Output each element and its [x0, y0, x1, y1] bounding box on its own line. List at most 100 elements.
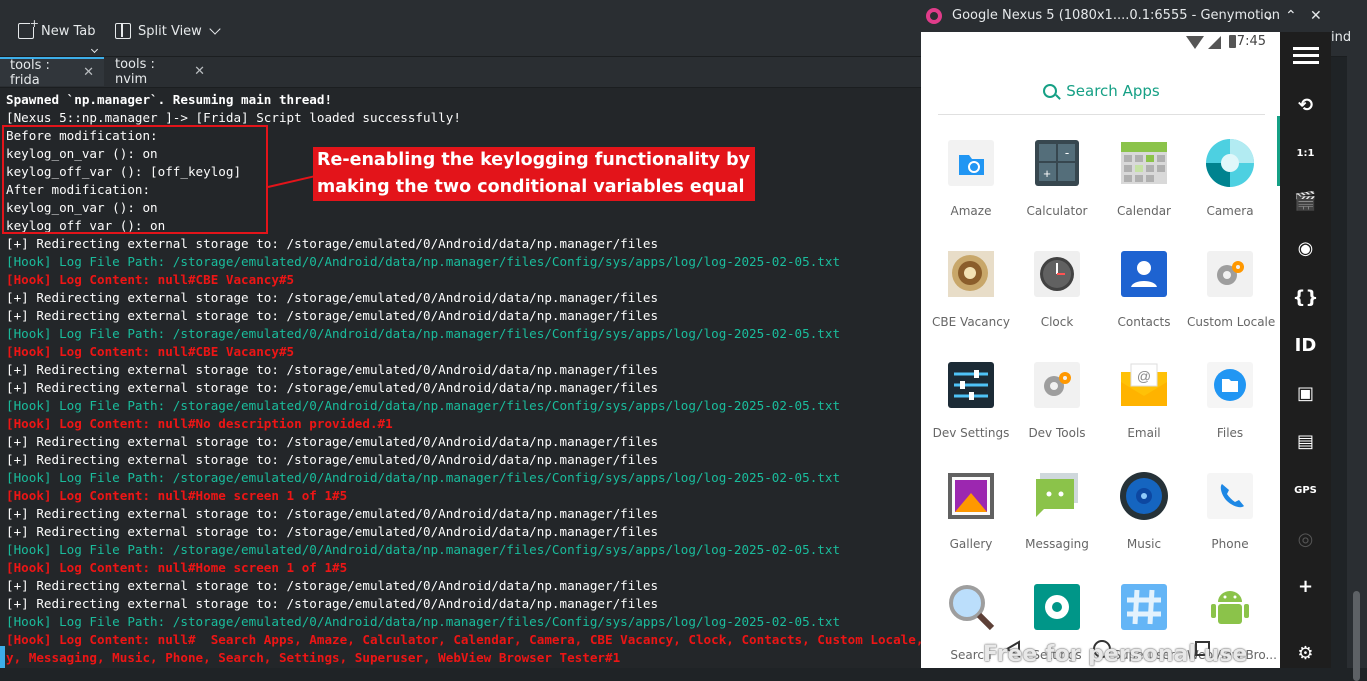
- app-label: Dev Tools: [1028, 426, 1086, 440]
- app-gallery[interactable]: Gallery: [928, 471, 1014, 551]
- annotation-line: Re-enabling the keylogging functionality…: [317, 150, 751, 170]
- menu-icon[interactable]: [1280, 40, 1331, 70]
- split-view-icon: [115, 23, 131, 39]
- chevron-down-icon[interactable]: ⌄: [1263, 8, 1275, 24]
- contacts-icon: [1119, 249, 1169, 299]
- app-messaging[interactable]: Messaging: [1014, 471, 1100, 551]
- app-label: Files: [1216, 426, 1244, 440]
- find-button[interactable]: ind: [1331, 30, 1351, 45]
- close-icon[interactable]: ✕: [1310, 8, 1322, 24]
- terminal-line: [+] Redirecting external storage to: /st…: [6, 362, 659, 377]
- app-cbe-vacancy[interactable]: CBE Vacancy: [928, 249, 1014, 329]
- superuser-icon: [1119, 582, 1169, 632]
- settings-icon[interactable]: ⚙: [1280, 638, 1331, 668]
- svg-text:+: +: [1043, 166, 1051, 181]
- settings-icon: [1032, 582, 1082, 632]
- app-camera[interactable]: Camera: [1187, 138, 1273, 218]
- watermark: Free for personal use: [983, 642, 1248, 667]
- scrollbar[interactable]: [1347, 56, 1367, 681]
- app-phone[interactable]: Phone: [1187, 471, 1273, 551]
- terminal-line: [+] Redirecting external storage to: /st…: [6, 290, 659, 305]
- terminal-line: [+] Redirecting external storage to: /st…: [6, 236, 659, 251]
- app-label: Camera: [1206, 204, 1254, 218]
- terminal-line: [+] Redirecting external storage to: /st…: [6, 380, 659, 395]
- window-title: Google Nexus 5 (1080x1....0.1:6555 - Gen…: [952, 8, 1280, 23]
- close-icon[interactable]: ✕: [194, 64, 205, 79]
- camera-icon: [1205, 138, 1255, 188]
- split-view-button[interactable]: Split View: [115, 20, 221, 42]
- annotation-line: making the two conditional variables equ…: [317, 177, 745, 197]
- terminal-cursor: [0, 646, 5, 668]
- app-email[interactable]: @ Email: [1101, 360, 1187, 440]
- wifi-icon: [1186, 36, 1204, 49]
- app-amaze[interactable]: Amaze: [928, 138, 1014, 218]
- pixel-perfect-icon[interactable]: 1:1: [1280, 138, 1331, 168]
- app-label: Messaging: [1025, 537, 1089, 551]
- terminal-line: [Hook] Log File Path: /storage/emulated/…: [6, 542, 841, 557]
- clock-icon: [1032, 249, 1082, 299]
- search-apps-field[interactable]: Search Apps: [938, 68, 1265, 115]
- app-calculator[interactable]: + - Calculator: [1014, 138, 1100, 218]
- new-tab-dropdown-icon[interactable]: [90, 45, 99, 54]
- app-label: Clock: [1040, 315, 1074, 329]
- app-files[interactable]: Files: [1187, 360, 1273, 440]
- status-bar: 7:45: [921, 32, 1280, 54]
- app-dev-settings[interactable]: Dev Settings: [928, 360, 1014, 440]
- folder-search-icon: [946, 138, 996, 188]
- signal-icon: [1208, 36, 1221, 49]
- terminal-line: [+] Redirecting external storage to: /st…: [6, 434, 659, 449]
- rotate-icon[interactable]: ⟲: [1280, 90, 1331, 120]
- files-icon: [1205, 360, 1255, 410]
- split-view-label: Split View: [138, 23, 202, 39]
- messaging-icon: [1032, 471, 1082, 521]
- terminal-line: [+] Redirecting external storage to: /st…: [6, 596, 659, 611]
- code-icon[interactable]: {}: [1280, 282, 1331, 312]
- app-label: Calculator: [1026, 204, 1088, 218]
- terminal-line: [Hook] Log Content: null#CBE Vacancy#5: [6, 344, 295, 359]
- terminal-line: [Hook] Log File Path: /storage/emulated/…: [6, 254, 841, 269]
- app-label: Gallery: [949, 537, 993, 551]
- tab-tools-nvim[interactable]: tools : nvim ✕: [105, 56, 215, 87]
- tab-label: tools : nvim: [115, 56, 155, 87]
- tab-bar: tools : frida ✕ tools : nvim ✕: [0, 57, 921, 88]
- music-icon: [1119, 471, 1169, 521]
- terminal-line: Spawned `np.manager`. Resuming main thre…: [6, 92, 333, 107]
- close-icon[interactable]: ✕: [83, 65, 94, 80]
- calendar-icon: [1119, 138, 1169, 188]
- search-icon: [1043, 84, 1058, 98]
- app-label: Phone: [1211, 537, 1249, 551]
- chevron-down-icon: [209, 23, 221, 35]
- app-custom-locale[interactable]: Custom Locale: [1187, 249, 1275, 329]
- new-tab-label: New Tab: [41, 23, 96, 39]
- terminal-line: [+] Redirecting external storage to: /st…: [6, 524, 659, 539]
- terminal-line: [Hook] Log Content: null#CBE Vacancy#5: [6, 272, 295, 287]
- app-contacts[interactable]: Contacts: [1101, 249, 1187, 329]
- fingerprint-icon[interactable]: ◎: [1280, 524, 1331, 554]
- chevron-up-icon[interactable]: ⌃: [1285, 8, 1297, 24]
- gear-icon: [1032, 360, 1082, 410]
- terminal-output[interactable]: y, Messaging, Music, Phone, Search, Sett…: [0, 88, 921, 668]
- gps-icon[interactable]: GPS: [1280, 475, 1331, 505]
- android-screen[interactable]: 7:45 Search Apps Amaze + - Calculator Calend…: [921, 32, 1281, 668]
- id-icon[interactable]: ID: [1280, 330, 1331, 360]
- app-clock[interactable]: Clock: [1014, 249, 1100, 329]
- callout-connector: [267, 175, 315, 188]
- add-icon[interactable]: +: [1280, 571, 1331, 601]
- tab-tools-frida[interactable]: tools : frida ✕: [0, 57, 104, 88]
- genymotion-logo-icon: [926, 8, 942, 24]
- calculator-icon: + -: [1032, 138, 1082, 188]
- genymotion-window: Google Nexus 5 (1080x1....0.1:6555 - Gen…: [921, 0, 1331, 668]
- app-music[interactable]: Music: [1101, 471, 1187, 551]
- capture-icon[interactable]: 🎬: [1280, 186, 1331, 216]
- new-tab-button[interactable]: + New Tab: [18, 17, 96, 42]
- rss-icon[interactable]: ◉: [1280, 233, 1331, 263]
- terminal-line: [Hook] Log Content: null#Home screen 1 o…: [6, 560, 348, 575]
- highlight-box: [2, 125, 268, 234]
- svg-text:@: @: [1137, 368, 1151, 384]
- media-icon[interactable]: ▤: [1280, 426, 1331, 456]
- svg-text:-: -: [1065, 145, 1069, 160]
- sd-card-icon[interactable]: ▣: [1280, 378, 1331, 408]
- app-dev-tools[interactable]: Dev Tools: [1014, 360, 1100, 440]
- search-apps-label: Search Apps: [1066, 82, 1160, 100]
- app-calendar[interactable]: Calendar: [1101, 138, 1187, 218]
